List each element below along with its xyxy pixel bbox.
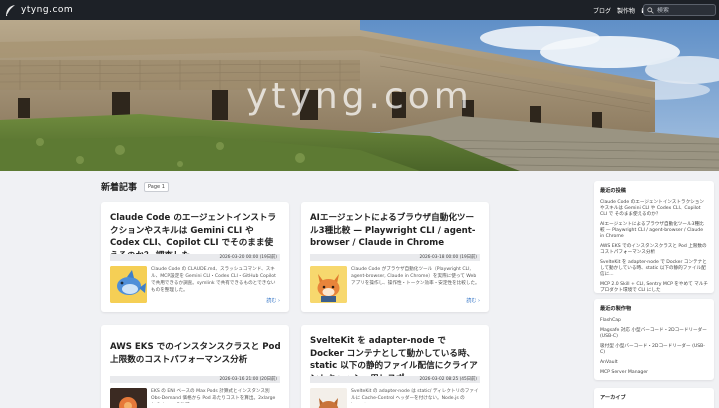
article-thumbnail[interactable]: [110, 388, 147, 408]
hero-banner: ytyng.com: [0, 20, 719, 171]
search-icon: [647, 6, 654, 14]
recent-posts-widget: 最近の投稿 Claude Code のエージェントインストラクションやスキルは …: [594, 181, 714, 293]
article-card[interactable]: AWS EKS でのインスタンスクラスと Pod 上限数のコストパフォーマンス分…: [101, 325, 289, 408]
nav-link-blog[interactable]: ブログ: [593, 6, 611, 15]
aws-illustration-icon: [110, 388, 147, 408]
section-title: 新着記事: [101, 183, 138, 193]
article-excerpt: EKS の ENI ベースの Max Pods 計算式とインスタンス別 Obs-…: [151, 389, 276, 401]
article-card[interactable]: Claude Code のエージェントインストラクションやスキルは Gemini…: [101, 202, 289, 312]
chevron-right-icon: ›: [278, 298, 280, 304]
recent-post-link[interactable]: MCP 2.0 Skill + CLI, Sentry MCP をやめて マルチ…: [600, 282, 708, 294]
article-date: 2026-03-16 21:00 (20日前): [110, 376, 280, 383]
recent-post-link[interactable]: AIエージェントによるブラウザ自動化ツール3種比較 — Playwright C…: [600, 222, 708, 240]
article-thumbnail[interactable]: [310, 388, 347, 408]
dolphin-illustration-icon: [110, 266, 147, 303]
svelte-illustration-icon: [310, 388, 347, 408]
recent-work-link[interactable]: Magsafe 対応 小型バーコード・2Dコードリーダー (USB-C): [600, 328, 708, 340]
article-excerpt: Claude Code の CLAUDE.md、スラッシュコマンド、スキル、MC…: [151, 267, 276, 293]
recent-work-link[interactable]: FlashCap: [600, 318, 708, 324]
article-excerpt: Claude Code がブラウザ自動化ツール（Playwright CLI, …: [351, 267, 480, 286]
article-excerpt: SvelteKit の adapter-node は static/ ディレクト…: [351, 389, 479, 401]
feather-logo-icon: [6, 4, 15, 16]
read-more-link[interactable]: 読む ›: [466, 297, 480, 304]
archive-widget: アーカイブ: [594, 388, 714, 408]
brand-name: ytyng.com: [21, 5, 74, 15]
recent-post-link[interactable]: Claude Code のエージェントインストラクションやスキルは Gemini…: [600, 200, 708, 218]
article-date: 2026-03-02 08:25 (45日前): [310, 376, 480, 383]
brand-link[interactable]: ytyng.com: [4, 0, 73, 20]
recent-work-link[interactable]: MCP Server Manager: [600, 370, 708, 376]
article-card[interactable]: AIエージェントによるブラウザ自動化ツール3種比較 — Playwright C…: [301, 202, 489, 312]
hero-title: ytyng.com: [246, 76, 473, 117]
top-navbar: ytyng.com ブログ 製作物: [0, 0, 719, 20]
recent-works-widget: 最近の製作物 FlashCap Magsafe 対応 小型バーコード・2Dコード…: [594, 299, 714, 380]
chevron-right-icon: ›: [478, 298, 480, 304]
article-thumbnail[interactable]: [110, 266, 147, 303]
recent-work-link[interactable]: AnVault: [600, 360, 708, 366]
article-thumbnail[interactable]: [310, 266, 347, 303]
article-title[interactable]: AIエージェントによるブラウザ自動化ツール3種比較 — Playwright C…: [310, 212, 481, 250]
fox-illustration-icon: [310, 266, 347, 303]
read-more-link[interactable]: 読む ›: [266, 297, 280, 304]
nav-link-works[interactable]: 製作物: [617, 6, 635, 15]
widget-title: 最近の製作物: [600, 306, 632, 312]
section-header: 新着記事 Page 1: [101, 180, 169, 193]
article-card[interactable]: SvelteKit を adapter-node で Docker コンテナとし…: [301, 325, 489, 408]
read-more-label: 読む: [466, 298, 477, 304]
read-more-label: 読む: [266, 298, 277, 304]
recent-work-link[interactable]: 吸付型 小型バーコード・2Dコードリーダー (USB-C): [600, 344, 708, 356]
widget-title: 最近の投稿: [600, 188, 626, 194]
search-input[interactable]: [657, 6, 715, 14]
page-badge: Page 1: [144, 181, 169, 192]
widget-title: アーカイブ: [600, 395, 626, 401]
recent-post-link[interactable]: SvelteKit を adapter-node で Docker コンテナとし…: [600, 260, 708, 278]
article-title[interactable]: AWS EKS でのインスタンスクラスと Pod 上限数のコストパフォーマンス分…: [110, 341, 281, 366]
recent-post-link[interactable]: AWS EKS でのインスタンスクラスと Pod 上限数のコストパフォーマンス分…: [600, 244, 708, 256]
search-box[interactable]: [643, 4, 716, 16]
article-date: 2026-03-20 00:00 (19日前): [110, 254, 280, 261]
article-date: 2026-03-18 00:00 (19日前): [310, 254, 480, 261]
